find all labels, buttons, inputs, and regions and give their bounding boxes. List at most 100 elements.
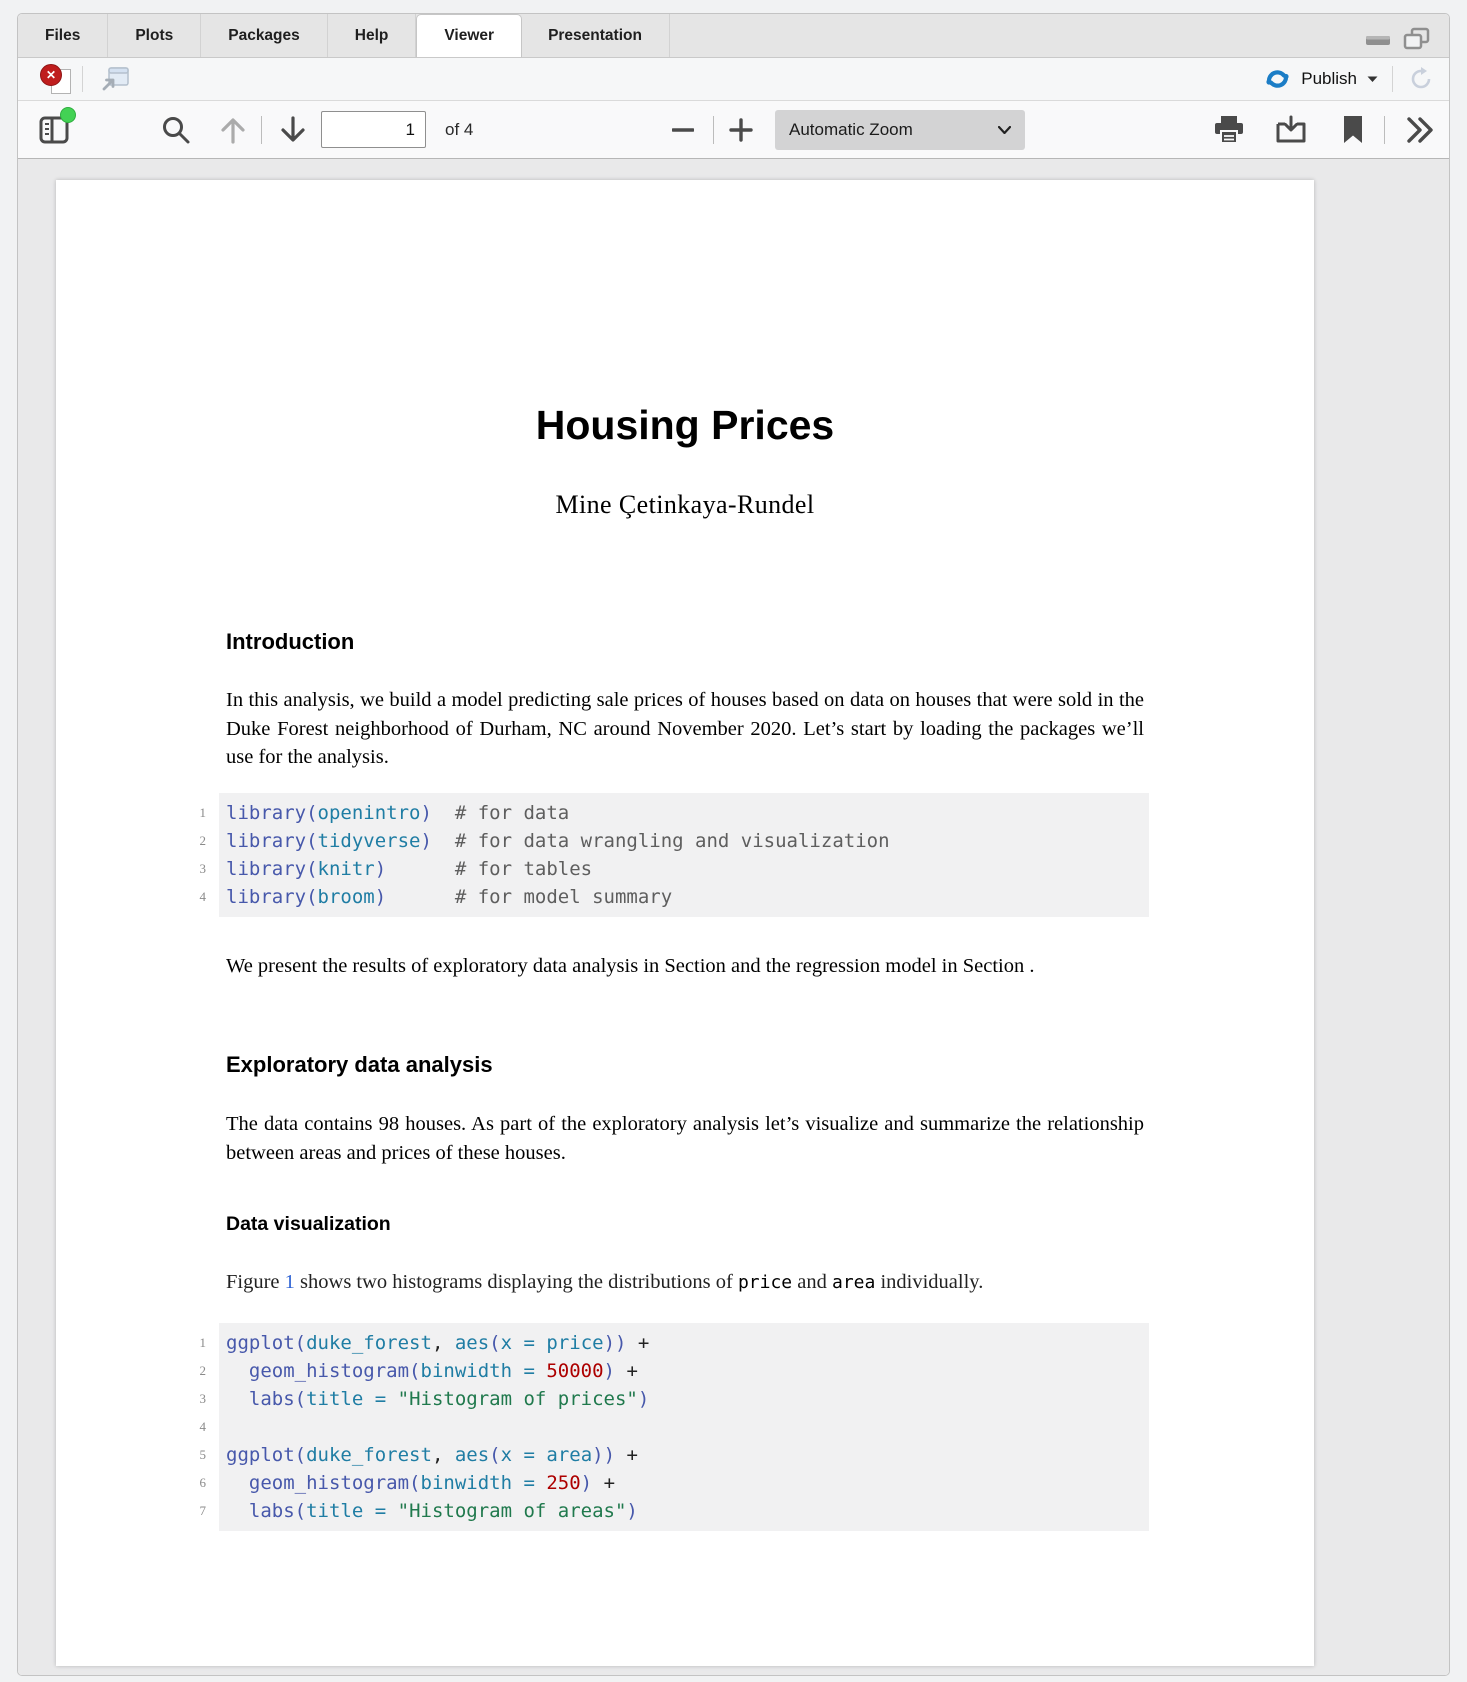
previous-page-icon[interactable] — [216, 114, 250, 146]
text-segment — [226, 1500, 249, 1522]
publish-dropdown-caret-icon[interactable] — [1367, 76, 1378, 83]
text-segment: )) — [592, 1444, 615, 1466]
text-segment: )) — [604, 1332, 627, 1354]
text-segment: Figure — [226, 1271, 285, 1293]
document-author: Mine Çetinkaya-Rundel — [56, 490, 1314, 520]
code-line: 5ggplot(duke_forest, aes(x = area)) + — [226, 1441, 1149, 1469]
code-line: 7 labs(title = "Histogram of areas") — [226, 1497, 1149, 1525]
text-segment — [386, 858, 455, 880]
publish-icon — [1264, 69, 1291, 89]
zoom-out-icon[interactable] — [668, 116, 698, 144]
text-segment: 250 — [546, 1472, 580, 1494]
text-segment: area — [546, 1444, 592, 1466]
zoom-in-icon[interactable] — [726, 116, 756, 144]
code-line: 4 — [226, 1413, 1149, 1441]
text-segment: library — [226, 858, 306, 880]
tab-help[interactable]: Help — [328, 14, 417, 57]
document-title: Housing Prices — [56, 402, 1314, 449]
pane-window-controls — [1365, 27, 1431, 51]
refresh-icon[interactable] — [1407, 65, 1435, 93]
text-segment: geom_histogram — [249, 1360, 409, 1382]
bookmark-icon[interactable] — [1339, 114, 1367, 146]
open-in-new-window-icon[interactable] — [100, 65, 130, 93]
code-line: 3 labs(title = "Histogram of prices") — [226, 1385, 1149, 1413]
text-segment — [386, 886, 455, 908]
text-segment: # for data wrangling and visualization — [455, 830, 890, 852]
close-viewer-button[interactable]: ✕ — [40, 64, 74, 96]
text-segment: ( — [489, 1444, 500, 1466]
pane-tab-bar: FilesPlotsPackagesHelpViewerPresentation — [18, 14, 1449, 58]
search-icon[interactable] — [159, 113, 193, 147]
text-segment — [432, 802, 455, 824]
text-segment: = — [363, 1500, 397, 1522]
code-line: 2 geom_histogram(binwidth = 50000) + — [226, 1357, 1149, 1385]
tab-files[interactable]: Files — [18, 14, 108, 57]
text-segment: # for tables — [455, 858, 592, 880]
toolbar-more-tools-icon[interactable] — [1403, 115, 1439, 145]
text-segment: 50000 — [546, 1360, 603, 1382]
text-segment: + — [615, 1360, 638, 1382]
minimize-pane-icon[interactable] — [1365, 31, 1391, 47]
text-segment: and — [792, 1271, 832, 1293]
tab-plots[interactable]: Plots — [108, 14, 201, 57]
text-segment: aes — [455, 1332, 489, 1354]
text-segment — [226, 1472, 249, 1494]
download-icon[interactable] — [1273, 114, 1309, 146]
close-icon: ✕ — [40, 64, 62, 86]
page-number-input[interactable] — [321, 111, 426, 148]
figure-ref-link[interactable]: 1 — [285, 1271, 295, 1293]
text-segment: + — [592, 1472, 615, 1494]
code-line-number: 2 — [176, 1357, 206, 1385]
text-segment: ( — [306, 858, 317, 880]
tab-viewer[interactable]: Viewer — [416, 14, 522, 57]
text-segment: ( — [295, 1388, 306, 1410]
text-segment: duke_forest — [306, 1332, 432, 1354]
code-block-ggplot: 1ggplot(duke_forest, aes(x = price)) +2 … — [219, 1323, 1149, 1531]
text-segment: = — [363, 1388, 397, 1410]
code-line-number: 5 — [176, 1441, 206, 1469]
toolbar-separator — [713, 116, 714, 144]
text-segment: # for model summary — [455, 886, 672, 908]
present-paragraph: We present the results of exploratory da… — [226, 952, 1144, 981]
publish-cluster: Publish — [1264, 58, 1435, 100]
text-segment: = — [512, 1332, 546, 1354]
text-segment: = — [512, 1360, 546, 1382]
text-segment: , — [432, 1444, 455, 1466]
text-segment: ) — [420, 830, 431, 852]
pdf-viewer-scroll-area[interactable]: Housing Prices Mine Çetinkaya-Rundel Int… — [18, 159, 1449, 1676]
maximize-pane-icon[interactable] — [1403, 27, 1431, 51]
next-page-icon[interactable] — [276, 114, 310, 146]
text-segment: library — [226, 830, 306, 852]
tab-presentation[interactable]: Presentation — [521, 14, 670, 57]
code-line: 2library(tidyverse) # for data wrangling… — [226, 827, 1149, 855]
text-segment: broom — [318, 886, 375, 908]
text-segment: ggplot — [226, 1332, 295, 1354]
page-count-label: of 4 — [445, 101, 473, 159]
intro-paragraph: In this analysis, we build a model predi… — [226, 686, 1144, 772]
tab-packages[interactable]: Packages — [201, 14, 328, 57]
text-segment: area — [832, 1272, 875, 1293]
code-block-libraries: 1library(openintro) # for data2library(t… — [219, 793, 1149, 917]
zoom-select-dropdown[interactable]: Automatic Zoom — [775, 110, 1025, 150]
text-segment: ( — [295, 1444, 306, 1466]
text-segment: "Histogram of areas" — [398, 1500, 627, 1522]
publish-button[interactable]: Publish — [1301, 69, 1357, 89]
text-segment: ( — [409, 1360, 420, 1382]
section-heading-eda: Exploratory data analysis — [226, 1052, 493, 1078]
text-segment: ( — [306, 802, 317, 824]
text-segment: title — [306, 1388, 363, 1410]
code-line-number: 1 — [176, 799, 206, 827]
code-line: 6 geom_histogram(binwidth = 250) + — [226, 1469, 1149, 1497]
text-segment: binwidth — [421, 1472, 513, 1494]
text-segment — [432, 830, 455, 852]
code-line-number: 7 — [176, 1497, 206, 1525]
text-segment: aes — [455, 1444, 489, 1466]
viewer-pane: FilesPlotsPackagesHelpViewerPresentation… — [17, 13, 1450, 1676]
code-line: 4library(broom) # for model summary — [226, 883, 1149, 911]
text-segment: labs — [249, 1500, 295, 1522]
print-icon[interactable] — [1211, 114, 1247, 146]
text-segment: binwidth — [421, 1360, 513, 1382]
text-segment: # for data — [455, 802, 569, 824]
text-segment: ( — [306, 830, 317, 852]
code-line: 3library(knitr) # for tables — [226, 855, 1149, 883]
